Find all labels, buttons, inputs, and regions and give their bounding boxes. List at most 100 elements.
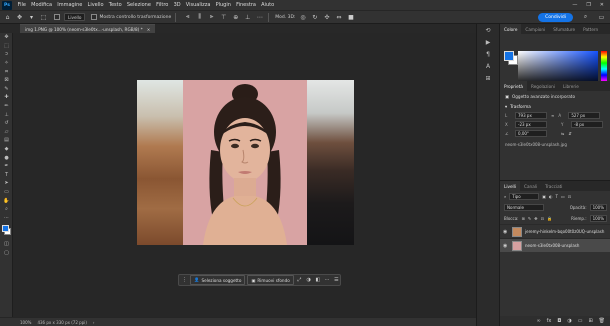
search-icon[interactable]: ⌕ <box>581 13 590 22</box>
lock-paint-icon[interactable]: ✎ <box>528 216 531 221</box>
tab-proprieta[interactable]: Proprietà <box>500 81 527 91</box>
tab-canali[interactable]: Canali <box>520 181 541 191</box>
fill-field[interactable]: 100% <box>589 215 607 222</box>
pan-3d-icon[interactable]: ✣ <box>322 13 331 22</box>
adjustment-layer-icon[interactable]: ◑ <box>567 318 571 324</box>
stamp-icon[interactable]: ⊥ <box>0 110 13 119</box>
mask-icon[interactable]: ◧ <box>314 275 321 285</box>
filter-type-icon[interactable]: T <box>556 194 558 199</box>
auto-select-checkbox[interactable] <box>54 14 60 20</box>
align-left-icon[interactable]: ⫷ <box>183 13 192 22</box>
screen-mode-icon[interactable]: ▢ <box>0 249 13 258</box>
document-image[interactable] <box>137 80 354 245</box>
settings-icon[interactable]: ☰ <box>333 275 340 285</box>
minimize-icon[interactable]: — <box>572 2 577 8</box>
move-tool-icon[interactable]: ✥ <box>15 13 24 22</box>
trash-icon[interactable]: 🗑 <box>599 318 605 324</box>
foreground-color-swatch[interactable] <box>504 51 514 61</box>
document-info[interactable]: 436 px x 330 px (72 ppi) <box>37 320 86 325</box>
align-middle-icon[interactable]: ⊕ <box>231 13 240 22</box>
filter-smart-icon[interactable]: ⊡ <box>568 194 571 199</box>
menu-visualizza[interactable]: Visualizza <box>183 2 213 8</box>
character-icon[interactable]: A <box>477 60 499 72</box>
crop-icon[interactable]: ⌗ <box>0 67 13 76</box>
angle-field[interactable]: 0,00° <box>515 130 547 137</box>
actions-icon[interactable]: ▶ <box>477 36 499 48</box>
video-camera-icon[interactable]: ■ <box>346 13 355 22</box>
tab-pattern[interactable]: Pattern <box>579 24 602 34</box>
lock-move-icon[interactable]: ✥ <box>534 216 537 221</box>
foreground-color-swatch[interactable] <box>2 225 9 233</box>
orbit-3d-icon[interactable]: ◎ <box>298 13 307 22</box>
path-select-icon[interactable]: ➤ <box>0 179 13 188</box>
fx-icon[interactable]: fx <box>547 318 552 324</box>
transform-controls-checkbox[interactable] <box>91 14 98 20</box>
tab-librerie[interactable]: Librerie <box>559 81 583 91</box>
group-icon[interactable]: ▭ <box>578 318 583 324</box>
height-field[interactable]: 527 px <box>568 112 601 119</box>
zoom-level[interactable]: 100% <box>20 320 31 325</box>
tab-livelli[interactable]: Livelli <box>500 181 521 191</box>
hand-icon[interactable]: ✋ <box>0 196 13 205</box>
lock-pixels-icon[interactable]: ⊞ <box>522 216 525 221</box>
history-icon[interactable]: ⟲ <box>477 24 499 36</box>
maximize-icon[interactable]: ❐ <box>586 2 590 8</box>
gradient-icon[interactable]: ▤ <box>0 136 13 145</box>
tab-colore[interactable]: Colore <box>500 24 522 34</box>
more-options-icon[interactable]: ⋯ <box>255 13 264 22</box>
auto-select-mode-dropdown[interactable]: Livello <box>64 13 86 21</box>
remove-background-button[interactable]: ▣ Rimuovi sfondo <box>247 275 294 285</box>
tab-campioni[interactable]: Campioni <box>521 24 549 34</box>
lock-all-icon[interactable]: 🔒 <box>547 216 552 221</box>
add-mask-icon[interactable]: ◘ <box>557 318 561 324</box>
rectangle-icon[interactable]: ▭ <box>0 188 13 197</box>
dodge-icon[interactable]: ● <box>0 153 13 162</box>
canvas-area[interactable]: ⋮ 👤 Seleziona soggetto ▣ Rimuovi sfondo … <box>13 33 476 317</box>
x-field[interactable]: -23 px <box>515 121 547 128</box>
transform-section-header[interactable]: ▾ Trasforma <box>500 102 610 111</box>
more-options-icon[interactable]: ⋯ <box>324 275 331 285</box>
eye-icon[interactable]: ◉ <box>503 243 509 249</box>
align-top-icon[interactable]: ⊤ <box>219 13 228 22</box>
flip-horizontal-icon[interactable]: ⇋ <box>561 131 564 136</box>
link-layers-icon[interactable]: ∞ <box>536 318 540 324</box>
menu-modifica[interactable]: Modifica <box>29 2 55 8</box>
menu-livello[interactable]: Livello <box>85 2 106 8</box>
document-tab[interactable]: img 1.PNG @ 100% (neom-s3le0tx...-unspla… <box>20 24 156 33</box>
paragraph-icon[interactable]: ¶ <box>477 48 499 60</box>
type-icon[interactable]: T <box>0 171 13 180</box>
slide-3d-icon[interactable]: ⇔ <box>334 13 343 22</box>
share-button[interactable]: Condividi <box>538 12 573 22</box>
new-layer-icon[interactable]: ⊞ <box>588 318 592 324</box>
auto-select-icon[interactable]: ⬚ <box>39 13 48 22</box>
drag-handle-icon[interactable]: ⋮ <box>181 275 188 285</box>
blend-mode-dropdown[interactable]: Normale <box>504 204 544 211</box>
align-bottom-icon[interactable]: ⊥ <box>243 13 252 22</box>
close-icon[interactable]: ✕ <box>600 2 604 8</box>
magic-wand-icon[interactable]: ✧ <box>0 59 13 68</box>
layer-row[interactable]: ◉ jeremy-hinkelm-bqo00t0z0UQ-unsplash <box>500 224 610 238</box>
flip-vertical-icon[interactable]: ⇵ <box>568 131 571 136</box>
menu-finestra[interactable]: Finestra <box>234 2 259 8</box>
brush-icon[interactable]: ✏ <box>0 102 13 111</box>
filter-shape-icon[interactable]: ▭ <box>561 194 565 199</box>
align-right-icon[interactable]: ⫸ <box>207 13 216 22</box>
lasso-icon[interactable]: ↄ <box>0 50 13 59</box>
history-brush-icon[interactable]: ↺ <box>0 119 13 128</box>
menu-file[interactable]: File <box>15 2 29 8</box>
move-icon[interactable]: ✥ <box>0 33 13 42</box>
eraser-icon[interactable]: ▱ <box>0 128 13 137</box>
more-icon[interactable]: ⋯ <box>0 213 13 222</box>
menu-aiuto[interactable]: Aiuto <box>259 2 277 8</box>
menu-3d[interactable]: 3D <box>171 2 183 8</box>
workspace-icon[interactable]: ▭ <box>597 13 606 22</box>
menu-immagine[interactable]: Immagine <box>55 2 85 8</box>
frame-icon[interactable]: ⊠ <box>0 76 13 85</box>
zoom-icon[interactable]: ⌕ <box>0 205 13 214</box>
menu-plugin[interactable]: Plugin <box>213 2 234 8</box>
eye-icon[interactable]: ◉ <box>503 229 509 235</box>
lock-artboard-icon[interactable]: ⊡ <box>541 216 544 221</box>
menu-testo[interactable]: Testo <box>106 2 124 8</box>
adjustment-icon[interactable]: ◑ <box>305 275 312 285</box>
chevron-down-icon[interactable]: ▾ <box>27 13 36 22</box>
